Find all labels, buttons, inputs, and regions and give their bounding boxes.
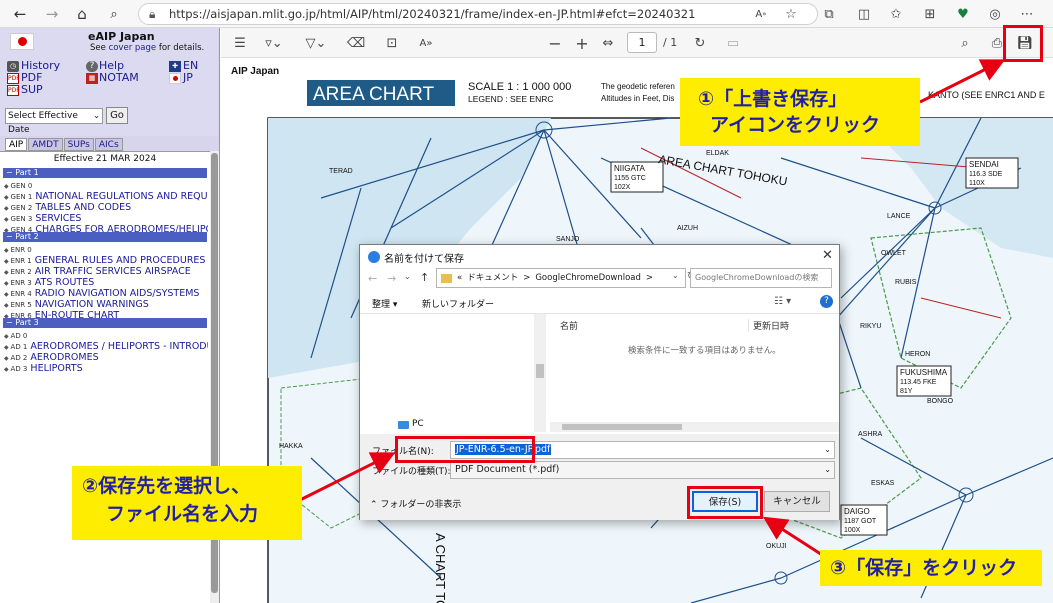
- step-1-line-1: ①「上書き保存」: [698, 88, 848, 110]
- step-2-callout: ②保存先を選択し、 ファイル名を入力: [72, 466, 302, 540]
- step-3-callout: ③「保存」をクリック: [820, 550, 1042, 586]
- step-2-line-1: ②保存先を選択し、: [82, 475, 251, 497]
- step-1-callout: ①「上書き保存」 アイコンをクリック: [680, 78, 920, 146]
- step-1-line-2: アイコンをクリック: [710, 114, 881, 136]
- step-2-line-2: ファイル名を入力: [106, 503, 259, 525]
- step-3-line: ③「保存」をクリック: [830, 557, 1018, 579]
